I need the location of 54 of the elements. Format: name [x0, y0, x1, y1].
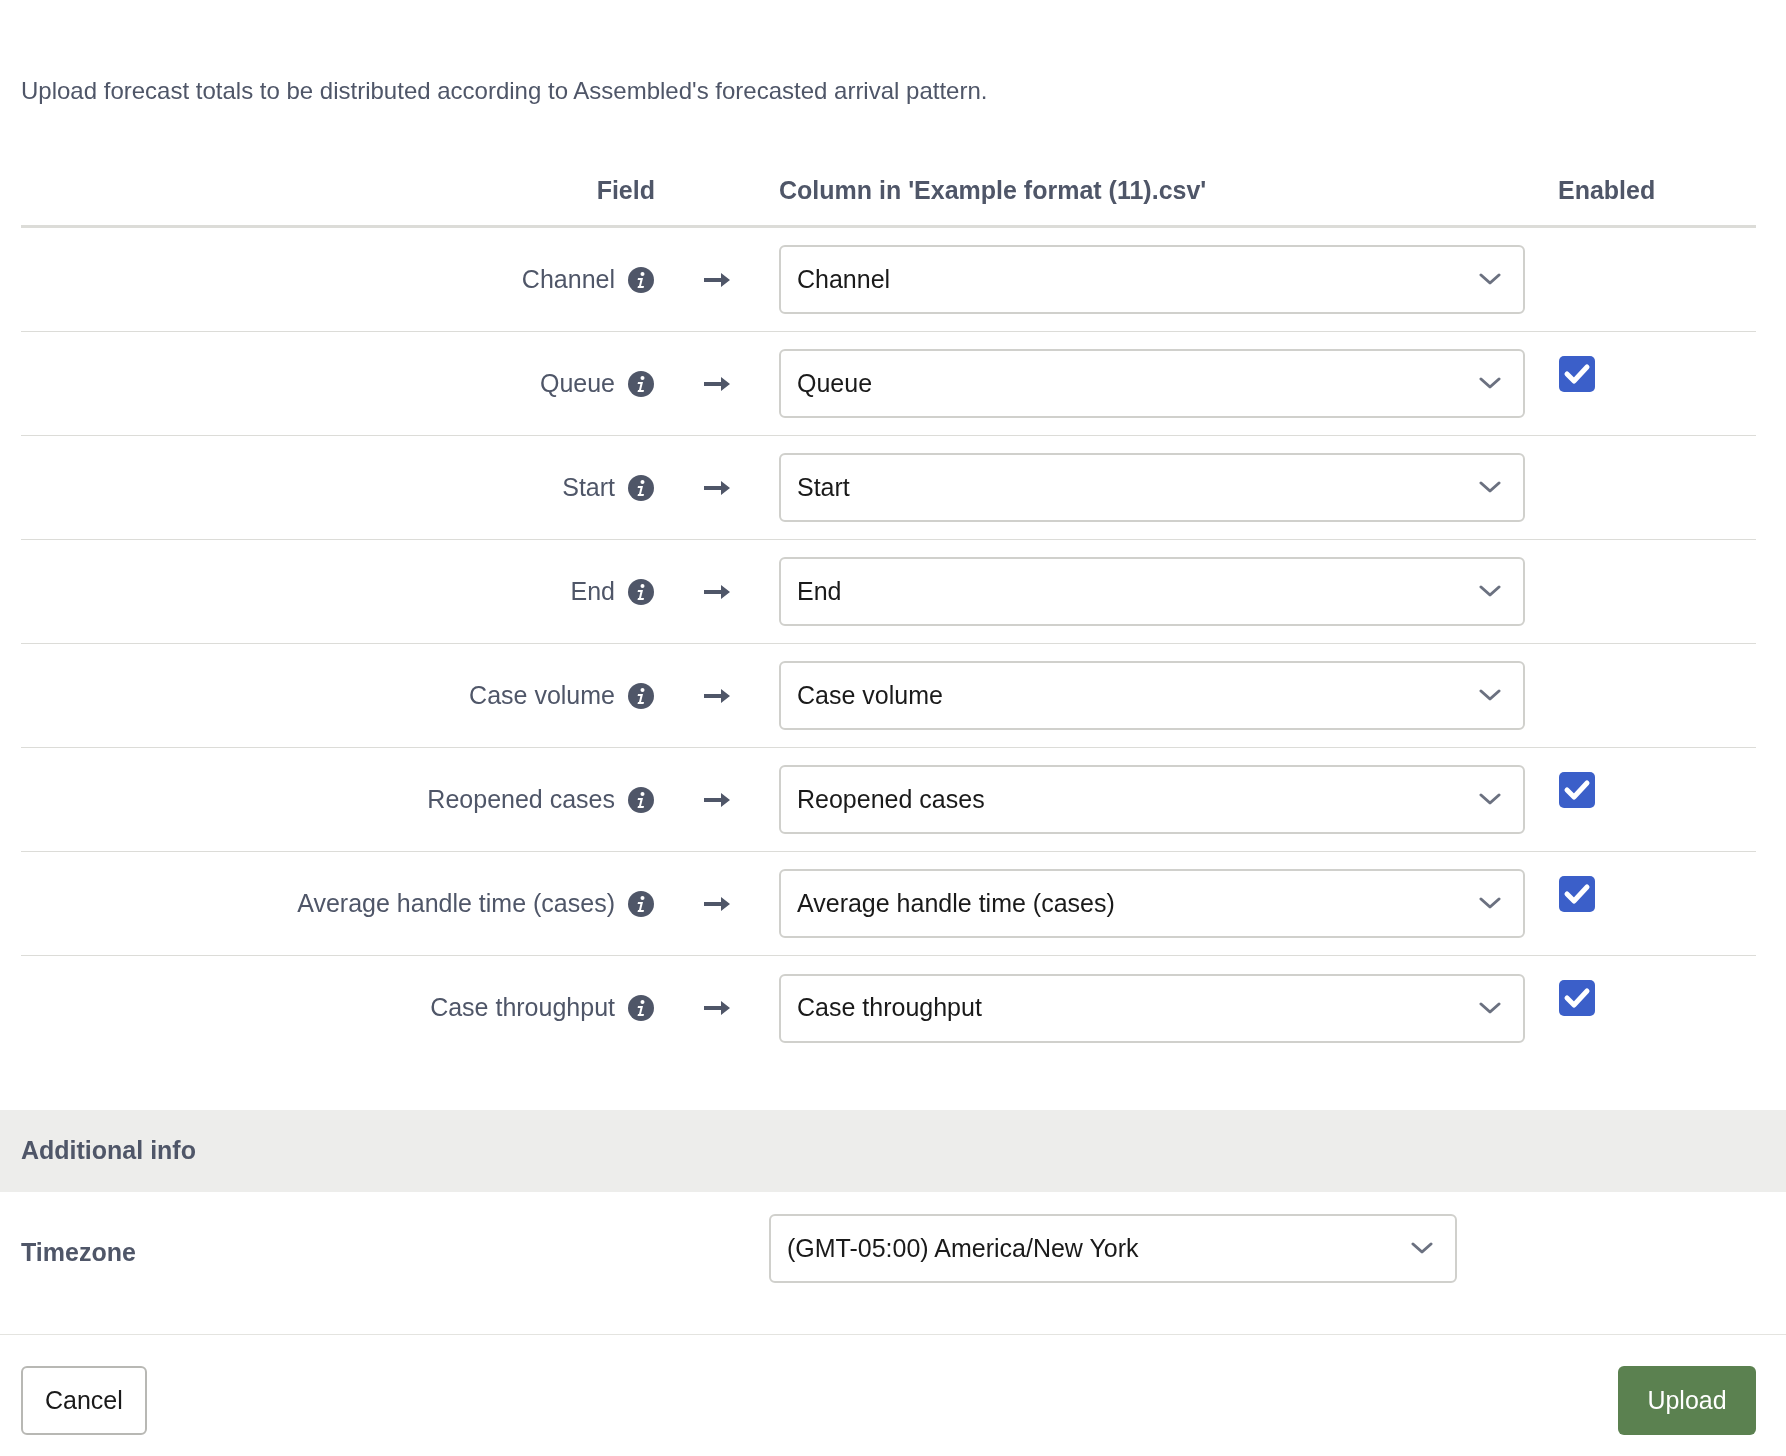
chevron-down-icon [1411, 1242, 1433, 1255]
chevron-down-icon [1479, 585, 1501, 598]
column-select[interactable]: Queue [779, 349, 1525, 418]
column-select[interactable]: Average handle time (cases) [779, 869, 1525, 938]
info-icon [627, 889, 655, 918]
cancel-button[interactable]: Cancel [21, 1366, 147, 1435]
column-select[interactable]: Case volume [779, 661, 1525, 730]
info-icon [627, 473, 655, 502]
info-icon [627, 785, 655, 814]
timezone-label: Timezone [21, 1238, 136, 1266]
chevron-down-icon [1479, 481, 1501, 494]
checkbox[interactable] [1559, 876, 1595, 912]
column-select[interactable]: End [779, 557, 1525, 626]
info-icon [627, 994, 655, 1022]
checkbox[interactable] [1559, 980, 1595, 1016]
checkbox[interactable] [1559, 772, 1595, 808]
column-header: Enabled [1558, 175, 1656, 204]
right-arrow-icon [703, 582, 731, 601]
info-icon [627, 265, 655, 294]
description-text: Upload forecast totals to be distributed according to Assembled's forecasted arrival pattern. [21, 76, 989, 106]
column-header: Field [596, 174, 655, 206]
column-select[interactable]: Start [779, 453, 1525, 522]
chevron-down-icon [1479, 897, 1501, 910]
field-label: Reopened cases [427, 783, 615, 815]
checkbox[interactable] [1559, 356, 1595, 392]
chevron-down-icon [1479, 273, 1501, 286]
info-icon [627, 577, 655, 606]
right-arrow-icon [703, 374, 731, 393]
column-select[interactable]: Reopened cases [779, 765, 1525, 834]
chevron-down-icon [1479, 377, 1501, 390]
right-arrow-icon [703, 270, 731, 289]
upload-button[interactable]: Upload [1618, 1366, 1756, 1435]
field-label: Case volume [469, 679, 615, 711]
column-select[interactable]: Case throughput [779, 973, 1525, 1043]
chevron-down-icon [1479, 793, 1501, 806]
right-arrow-icon [703, 686, 731, 705]
chevron-down-icon [1479, 689, 1501, 702]
timezone-select[interactable]: (GMT-05:00) America/New York [769, 1214, 1457, 1283]
chevron-down-icon [1479, 1001, 1501, 1015]
info-icon [627, 681, 655, 710]
field-label: Start [562, 471, 615, 503]
right-arrow-icon [703, 894, 731, 913]
right-arrow-icon [703, 790, 731, 809]
column-header: Column in 'Example format (11).csv' [779, 175, 1207, 204]
section-title: Additional info [21, 1135, 196, 1167]
info-icon [627, 369, 655, 398]
field-label: Average handle time (cases) [297, 887, 615, 919]
column-select[interactable]: Channel [779, 245, 1525, 314]
field-label: Channel [521, 263, 615, 295]
right-arrow-icon [703, 999, 731, 1017]
field-label: End [570, 575, 615, 607]
field-label: Case throughput [430, 992, 615, 1024]
right-arrow-icon [703, 478, 731, 497]
field-label: Queue [539, 367, 615, 399]
